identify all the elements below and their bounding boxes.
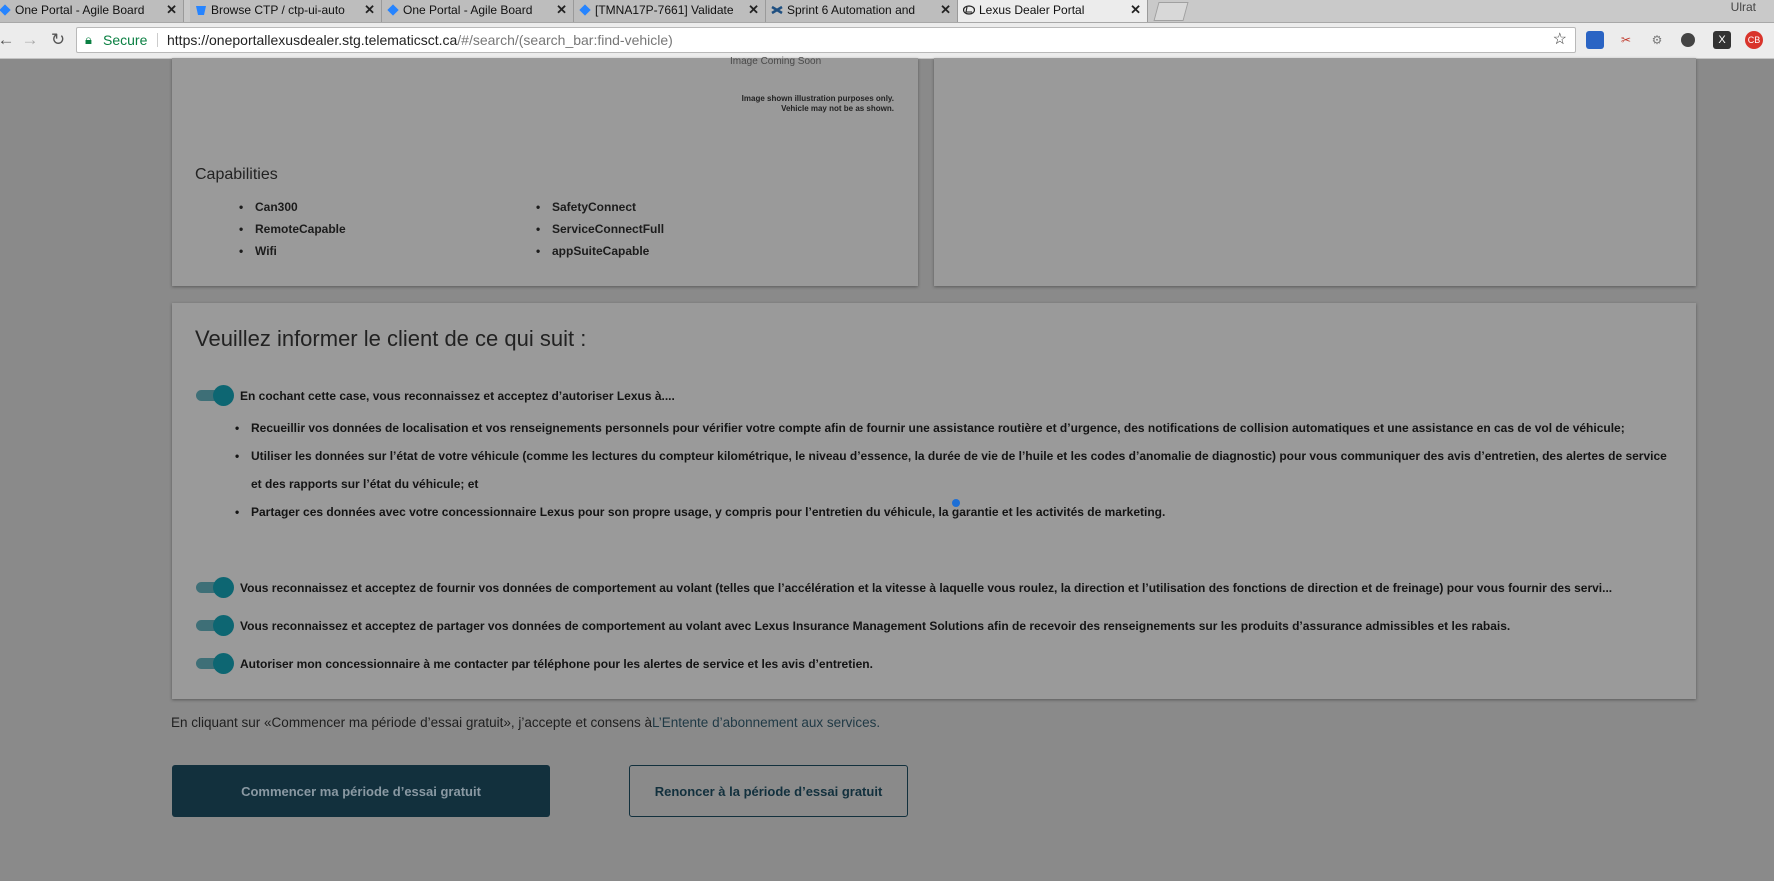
close-tab-icon[interactable]: ✕ [364,0,375,20]
close-tab-icon[interactable]: ✕ [556,0,567,20]
consent-title: Veuillez informer le client de ce qui su… [195,326,587,351]
terms-link[interactable]: L’Entente d’abonnement aux services. [652,715,880,730]
decline-free-trial-button[interactable]: Renoncer à la période d’essai gratuit [629,765,908,817]
consent-text-3: Vous reconnaissez et acceptez de partage… [240,619,1511,633]
address-bar[interactable]: 🔒︎ Secure https://oneportallexusdealer.s… [76,27,1576,53]
close-tab-icon[interactable]: ✕ [940,0,951,20]
new-tab-button[interactable] [1153,2,1189,21]
extension-icon-5[interactable]: X [1713,31,1731,49]
start-free-trial-button[interactable]: Commencer ma période d’essai gratuit [172,765,550,817]
tab-label: One Portal - Agile Board [15,3,145,17]
jira-icon [386,3,400,17]
consent-toggle-3[interactable] [196,615,234,636]
consent-text-1: En cochant cette case, vous reconnaissez… [240,389,675,403]
capability-item: Wifi [237,240,346,262]
tab-label: One Portal - Agile Board [403,3,533,17]
bookmark-star-icon[interactable]: ☆ [1553,28,1567,52]
lexus-icon [962,3,976,17]
toggle-knob [213,577,234,598]
consent-toggle-2[interactable] [196,577,234,598]
vehicle-details-card [934,58,1696,286]
tab-label: [TMNA17P-7661] Validate [595,3,734,17]
consent-text-4: Autoriser mon concessionnaire à me conta… [240,657,873,671]
toggle-knob [213,615,234,636]
url-path: /#/search/(search_bar:find-vehicle) [457,32,673,48]
extension-icon-4[interactable] [1681,33,1695,47]
consent-bullet: Utiliser les données sur l’état de votre… [233,442,1673,498]
toggle-knob [213,653,234,674]
terms-prefix: En cliquant sur «Commencer ma période d’… [171,715,653,730]
consent-toggle-1[interactable] [196,385,234,406]
close-tab-icon[interactable]: ✕ [1130,0,1141,20]
tab-2[interactable]: Browse CTP / ctp-ui-auto ✕ [190,0,382,22]
capability-item: appSuiteCapable [534,240,664,262]
close-tab-icon[interactable]: ✕ [166,0,177,20]
capability-item: RemoteCapable [237,218,346,240]
url-host: https://oneportallexusdealer.stg.telemat… [167,32,458,48]
jira-icon [578,3,592,17]
browser-tab-bar: One Portal - Agile Board ✕ Browse CTP / … [0,0,1774,23]
lock-icon: 🔒︎ [85,32,92,47]
extension-icon-2[interactable]: ✂ [1617,31,1635,49]
tab-label: Lexus Dealer Portal [979,3,1085,17]
tab-6-active[interactable]: Lexus Dealer Portal ✕ [958,0,1148,22]
browser-toolbar: ← → ↻ 🔒︎ Secure https://oneportallexusde… [0,23,1774,59]
extension-icon-3[interactable]: ⚙ [1648,31,1666,49]
toggle-knob [213,385,234,406]
tab-4[interactable]: [TMNA17P-7661] Validate ✕ [574,0,766,22]
user-profile-label[interactable]: Ulrat [1731,0,1756,14]
capabilities-list-left: Can300 RemoteCapable Wifi [237,196,346,262]
confluence-icon [770,3,784,17]
tab-3[interactable]: One Portal - Agile Board ✕ [382,0,574,22]
jira-icon [0,3,12,17]
url-text[interactable]: https://oneportallexusdealer.stg.telemat… [167,28,673,52]
back-arrow-icon[interactable]: ← [0,30,16,50]
capability-item: SafetyConnect [534,196,664,218]
capability-item: ServiceConnectFull [534,218,664,240]
forward-arrow-icon[interactable]: → [20,30,40,50]
address-divider [157,33,158,47]
consent-text-2: Vous reconnaissez et acceptez de fournir… [240,581,1613,595]
tab-1[interactable]: One Portal - Agile Board ✕ [0,0,184,22]
image-disclaimer-line-2: Vehicle may not be as shown. [781,104,894,113]
consent-bullet-list: Recueillir vos données de localisation e… [233,414,1673,526]
reload-icon[interactable]: ↻ [48,30,68,50]
tab-label: Sprint 6 Automation and [787,3,916,17]
capability-item: Can300 [237,196,346,218]
image-placeholder-text: Image Coming Soon [730,56,822,67]
close-tab-icon[interactable]: ✕ [748,0,759,20]
tab-label: Browse CTP / ctp-ui-auto [211,3,345,17]
capabilities-list-right: SafetyConnect ServiceConnectFull appSuit… [534,196,664,262]
extension-icon-6[interactable]: CB [1745,31,1763,49]
secure-label: Secure [103,32,148,48]
extension-icon-1[interactable] [1586,31,1604,49]
image-disclaimer: Image shown illustration purposes only. … [694,94,894,114]
consent-toggle-4[interactable] [196,653,234,674]
image-disclaimer-line-1: Image shown illustration purposes only. [741,94,894,103]
bitbucket-icon [194,3,208,17]
terms-text: En cliquant sur «Commencer ma période d’… [171,715,880,730]
tab-5[interactable]: Sprint 6 Automation and ✕ [766,0,958,22]
loading-spinner-icon [952,499,960,507]
capabilities-title: Capabilities [195,166,278,183]
consent-bullet: Recueillir vos données de localisation e… [233,414,1673,442]
